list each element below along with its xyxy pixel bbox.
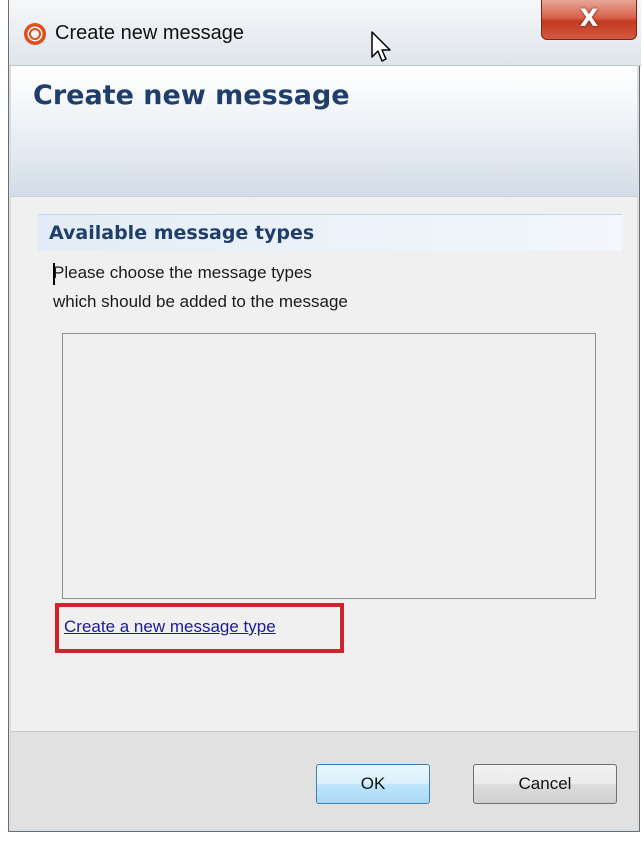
close-icon: X [579,4,599,32]
dialog-window: Create new message X Create new message … [8,0,641,832]
message-types-list[interactable] [62,333,596,599]
cancel-button[interactable]: Cancel [473,764,617,804]
mouse-cursor-icon [371,31,391,62]
close-button[interactable]: X [541,0,637,40]
page-title: Create new message [33,80,350,111]
dialog-body: Create new message Available message typ… [11,66,637,829]
description-line-2: which should be added to the message [53,292,348,311]
section-header: Available message types [38,214,622,251]
title-bar[interactable]: Create new message X [9,0,641,66]
dialog-header: Create new message [11,66,637,197]
text-caret [53,263,55,285]
window-title: Create new message [55,22,244,44]
ok-button[interactable]: OK [316,764,430,804]
section-title: Available message types [49,222,315,244]
create-message-type-link[interactable]: Create a new message type [64,617,276,637]
description-line-1: Please choose the message types [53,263,312,282]
app-logo-icon [24,23,46,45]
button-bar: OK Cancel [11,731,637,829]
